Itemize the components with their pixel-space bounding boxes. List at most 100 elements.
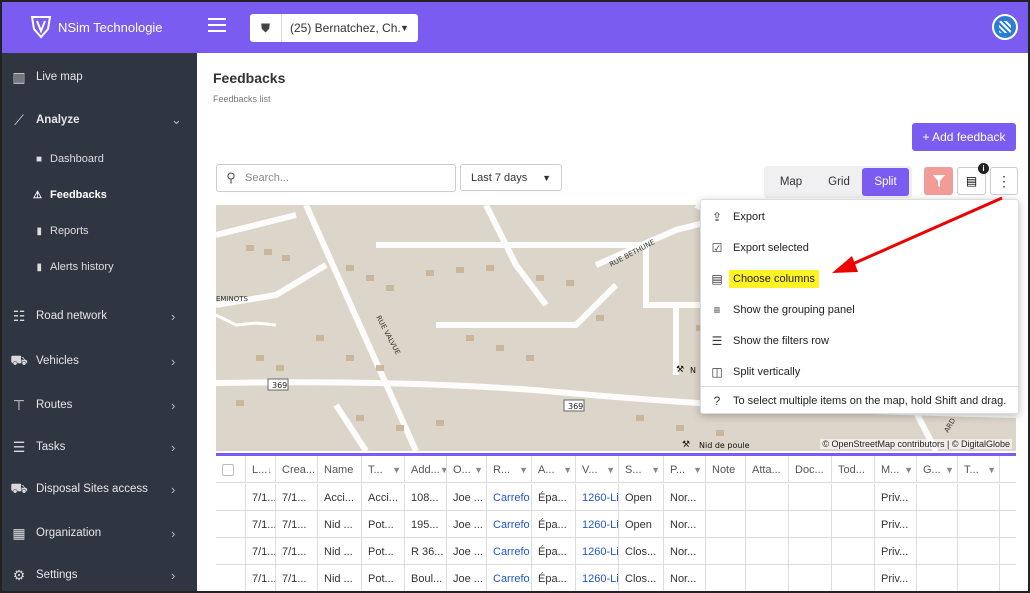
table-cell (789, 484, 832, 511)
sidebar-item-vehicles[interactable]: ⛟ Vehicles › (2, 349, 197, 373)
checkbox-icon (222, 463, 234, 476)
column-header[interactable]: T... ▼ (958, 456, 1000, 483)
search-box[interactable]: ⚲ Search... (216, 164, 456, 192)
column-header[interactable]: M... ▼ (875, 456, 917, 483)
sidebar-item-settings[interactable]: ⚙ Settings › (2, 563, 197, 587)
menu-item-filter-row[interactable]: ☰ Show the filters row (701, 329, 1020, 353)
menu-item-help[interactable]: ? To select multiple items on the map, ho… (701, 389, 1020, 413)
filter-icon[interactable]: ▼ (474, 465, 483, 475)
column-header[interactable]: T... ▼ (362, 456, 405, 483)
column-header[interactable]: Atta... (746, 456, 789, 483)
sort-desc-icon[interactable]: ↓ (268, 465, 273, 475)
table-row[interactable]: 7/1... 7/1... Nid ... Pot... Boul... Joe ... C… (216, 565, 1016, 591)
column-header-label: A... (538, 463, 555, 476)
table-cell: Boul... (405, 565, 447, 591)
tab-map[interactable]: Map (766, 168, 816, 196)
filter-icon[interactable]: ▼ (563, 465, 572, 475)
table-row[interactable]: 7/1... 7/1... Acci... Acci... 108... Joe ... C… (216, 484, 1016, 511)
menu-item-split[interactable]: ◫ Split vertically (701, 360, 1020, 384)
filter-icon[interactable]: ▼ (693, 465, 702, 475)
table-cell[interactable]: 1260-Li (576, 538, 619, 565)
column-header[interactable]: R... ▼ (487, 456, 532, 483)
export-icon: ⇪ (711, 210, 723, 224)
sidebar-subitem-feedbacks[interactable]: ⚠ Feedbacks (2, 184, 197, 206)
column-header[interactable]: L... ↓ (246, 456, 276, 483)
filter-icon[interactable]: ▼ (519, 465, 528, 475)
column-header-label: P... (670, 463, 686, 476)
table-cell: Priv... (875, 511, 917, 538)
column-header[interactable]: O... ▼ (447, 456, 487, 483)
map-attribution: © OpenStreetMap contributors | © Digital… (820, 439, 1012, 449)
row-select-cell[interactable] (216, 484, 246, 511)
organization-selector[interactable]: ⛊ (25) Bernatchez, Ch... ▼ (250, 14, 418, 42)
filter-icon[interactable]: ▼ (440, 465, 446, 475)
filter-icon[interactable]: ▼ (945, 465, 954, 475)
sidebar-subitem-reports[interactable]: ▮ Reports (2, 220, 197, 242)
feedback-grid: L...↓Crea...▼NameT...▼Add...▼O...▼R...▼A… (216, 453, 1016, 591)
row-select-cell[interactable] (216, 511, 246, 538)
column-header[interactable]: Crea...▼ (276, 456, 318, 483)
sidebar-item-routes[interactable]: ⊤ Routes › (2, 393, 197, 417)
column-header[interactable]: G... ▼ (917, 456, 958, 483)
column-header[interactable]: V... ▼ (576, 456, 619, 483)
table-cell (706, 484, 746, 511)
hamburger-menu-icon[interactable] (208, 18, 226, 32)
sidebar-item-organization[interactable]: ▦ Organization › (2, 521, 197, 545)
table-cell[interactable]: 1260-Li (576, 511, 619, 538)
pin-icon-feedback[interactable]: ⚒ (676, 365, 684, 375)
column-header[interactable]: A... ▼ (532, 456, 576, 483)
table-cell[interactable]: Carrefo (487, 565, 532, 591)
sidebar-subitem-dashboard[interactable]: ■ Dashboard (2, 148, 197, 170)
column-header[interactable]: P... ▼ (664, 456, 706, 483)
menu-item-label: Export selected (733, 242, 809, 254)
table-cell[interactable]: Carrefo (487, 538, 532, 565)
table-cell[interactable]: 1260-Li (576, 565, 619, 591)
user-avatar[interactable] (992, 14, 1018, 40)
add-feedback-button[interactable]: + Add feedback (912, 123, 1016, 151)
filter-icon[interactable]: ▼ (987, 465, 996, 475)
table-row[interactable]: 7/1... 7/1... Nid ... Pot... R 36... Joe ... C… (216, 538, 1016, 565)
pin-icon-nid-de-poule[interactable]: ⚒ (682, 440, 690, 450)
select-all-checkbox[interactable] (216, 456, 246, 483)
column-header-label: Add... (411, 463, 440, 476)
column-header[interactable]: Doc... (789, 456, 832, 483)
filter-row-icon: ☰ (711, 334, 723, 348)
filter-icon[interactable]: ▼ (606, 465, 615, 475)
table-row[interactable]: 7/1... 7/1... Nid ... Pot... 195... Joe ... Ca… (216, 511, 1016, 538)
sidebar-item-road-network[interactable]: ☷ Road network › (2, 304, 197, 328)
column-header[interactable]: Add...▼ (405, 456, 447, 483)
table-cell: Nid ... (318, 565, 362, 591)
sidebar-item-label: Analyze (36, 114, 80, 126)
filter-icon[interactable]: ▼ (392, 465, 401, 475)
sidebar-item-label: Settings (36, 569, 78, 581)
export-selected-icon: ☑ (711, 241, 723, 255)
date-range-select[interactable]: Last 7 days ▼ (460, 164, 562, 191)
sidebar-item-live-map[interactable]: ▥ Live map (2, 65, 197, 89)
sidebar-subitem-alerts-history[interactable]: ▮ Alerts history (2, 256, 197, 278)
filter-icon[interactable]: ▼ (904, 465, 913, 475)
filter-icon[interactable]: ▼ (651, 465, 660, 475)
menu-item-grouping[interactable]: ≡ Show the grouping panel (701, 298, 1020, 322)
table-cell[interactable]: Carrefo (487, 484, 532, 511)
sidebar-item-tasks[interactable]: ☰ Tasks › (2, 435, 197, 459)
date-range-value: Last 7 days (471, 171, 528, 184)
table-cell[interactable]: 1260-Li (576, 484, 619, 511)
table-cell: 7/1... (276, 511, 318, 538)
annotation-arrow (832, 196, 1003, 273)
row-select-cell[interactable] (216, 538, 246, 565)
column-header[interactable]: Note (706, 456, 746, 483)
chart-line-icon: ⟋ (14, 111, 24, 128)
table-cell[interactable]: Carrefo (487, 511, 532, 538)
table-cell: Pot... (362, 565, 405, 591)
column-header[interactable]: S... ▼ (619, 456, 664, 483)
grid-header-row: L...↓Crea...▼NameT...▼Add...▼O...▼R...▼A… (216, 456, 1016, 483)
brand-logo[interactable]: NSim Technologie (30, 15, 163, 39)
search-placeholder: Search... (245, 172, 290, 184)
row-select-cell[interactable] (216, 565, 246, 591)
sidebar-item-analyze[interactable]: ⟋ Analyze ⌄ (2, 108, 197, 132)
sidebar-item-label: Disposal Sites access (36, 483, 148, 495)
column-header[interactable]: Tod... (832, 456, 875, 483)
column-header[interactable]: Name (318, 456, 362, 483)
column-header-label: M... (881, 463, 900, 476)
sidebar-item-disposal-sites-access[interactable]: ⛟ Disposal Sites access › (2, 477, 197, 501)
